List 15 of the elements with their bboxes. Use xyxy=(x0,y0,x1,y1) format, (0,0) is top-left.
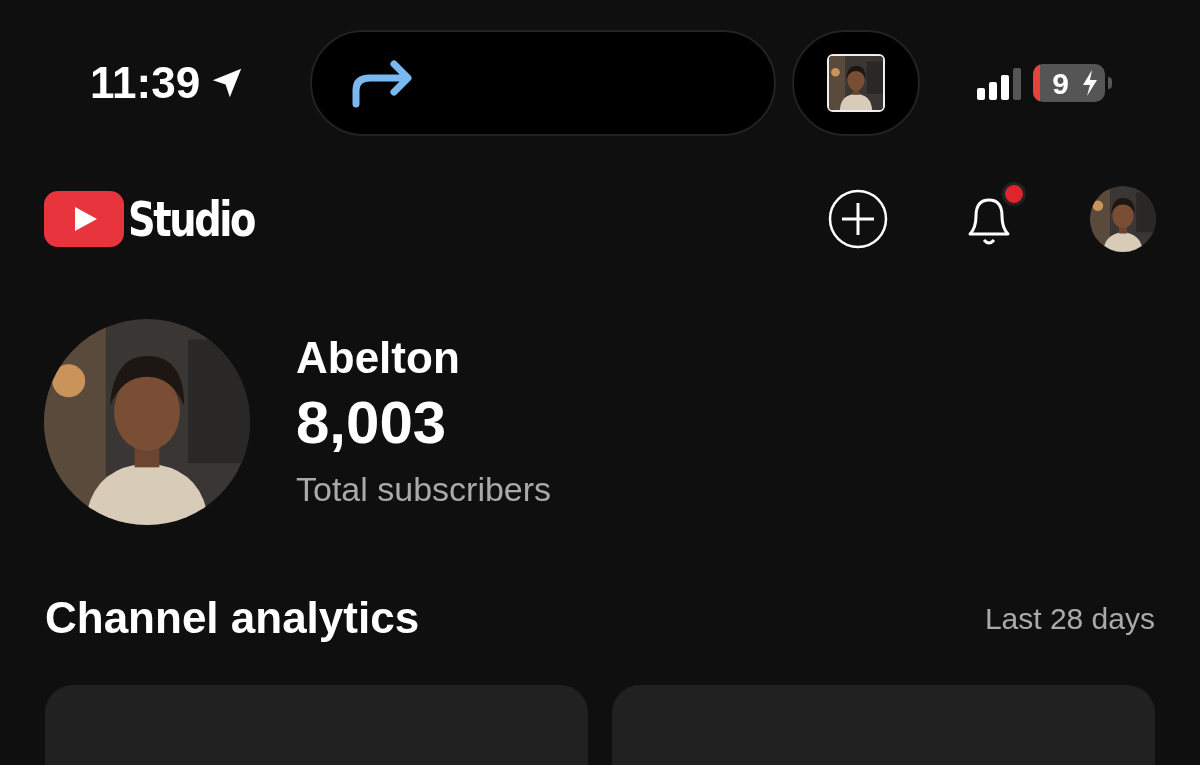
battery-tip-icon xyxy=(1108,77,1112,90)
section-title: Channel analytics xyxy=(45,592,420,644)
youtube-logo-icon xyxy=(44,190,124,247)
channel-name: Abelton xyxy=(296,331,461,384)
subscriber-label: Total subscribers xyxy=(296,468,552,510)
signal-icon xyxy=(977,66,1021,101)
period-label: Last 28 days xyxy=(984,600,1155,637)
subscriber-count: 8,003 xyxy=(296,387,448,458)
battery-level-text: 9 xyxy=(1051,65,1070,102)
add-icon xyxy=(828,188,888,249)
status-time: 11:39 xyxy=(90,57,201,110)
studio-logo-text: Studio xyxy=(128,189,254,249)
battery-low-marker xyxy=(1033,64,1040,103)
charging-bolt-icon xyxy=(1081,70,1099,97)
create-button[interactable] xyxy=(828,188,888,249)
